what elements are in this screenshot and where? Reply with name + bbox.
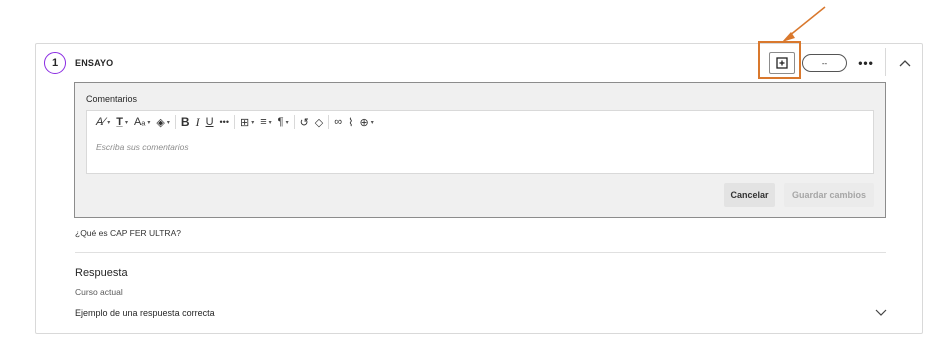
toolbar-separator (293, 115, 295, 129)
undo-icon: ↺ (299, 116, 309, 129)
toolbar-separator (328, 115, 330, 129)
caret-icon: ▾ (124, 119, 128, 126)
font-size-icon: Aₐ (133, 116, 146, 128)
save-changes-button[interactable]: Guardar cambios (784, 183, 874, 207)
toolbar-align[interactable]: ≡ ▾ (257, 113, 274, 131)
question-text: ¿Qué es CAP FER ULTRA? (75, 228, 181, 238)
toolbar-text-color[interactable]: ◈ ▾ (153, 113, 172, 131)
toolbar-table[interactable]: ⊞ ▾ (237, 113, 257, 131)
toolbar-paragraph-format[interactable]: T̲ ▾ (113, 113, 131, 131)
italic-icon: I (195, 114, 200, 129)
toolbar-font-size[interactable]: Aₐ ▾ (131, 113, 153, 131)
caret-icon: ▾ (370, 119, 374, 126)
caret-icon: ▾ (268, 119, 272, 126)
link-icon: ∞ (334, 116, 343, 128)
answer-subtitle: Curso actual (75, 287, 123, 297)
collapse-button[interactable] (895, 55, 915, 71)
toolbar-more[interactable]: ••• (217, 113, 232, 131)
toolbar-clear-format[interactable]: ◇ (312, 113, 326, 131)
caret-icon: ▾ (251, 119, 255, 126)
expand-example-button[interactable] (873, 306, 889, 320)
question-card: 1 ENSAYO -- ••• Comentarios A⁄ ▾ T̲ ▾ Aₐ ▾ … (35, 41, 923, 334)
add-feedback-icon (776, 57, 788, 69)
editor-label: Comentarios (86, 94, 138, 104)
more-icon: ••• (219, 117, 229, 127)
paperclip-icon: ⌇ (348, 116, 354, 129)
toolbar-text-style[interactable]: A⁄ ▾ (93, 113, 113, 131)
caret-icon: ▾ (166, 119, 170, 126)
table-icon: ⊞ (239, 116, 250, 129)
align-icon: ≡ (260, 116, 267, 128)
toolbar-separator (174, 115, 176, 129)
answer-title: Respuesta (75, 267, 128, 279)
toolbar-link[interactable]: ∞ (331, 113, 345, 131)
points-input[interactable]: -- (802, 54, 847, 72)
question-number: 1 (44, 52, 66, 74)
eraser-icon: ◇ (314, 116, 324, 129)
toolbar-bold[interactable]: B (178, 113, 193, 131)
toolbar-underline[interactable]: U (203, 113, 217, 131)
chevron-up-icon (899, 60, 911, 67)
toolbar-attach[interactable]: ⌇ (345, 113, 356, 131)
caret-icon: ▾ (285, 119, 289, 126)
toolbar-separator (233, 115, 235, 129)
text-style-icon: A⁄ (96, 116, 106, 128)
toolbar-paragraph[interactable]: ¶ ▾ (275, 113, 292, 131)
example-answer-label: Ejemplo de una respuesta correcta (75, 308, 215, 318)
paragraph-icon: ¶ (277, 116, 284, 128)
plus-circle-icon: ⊕ (359, 116, 369, 129)
caret-icon: ▾ (147, 119, 151, 126)
cancel-button[interactable]: Cancelar (724, 183, 775, 207)
more-options-button[interactable]: ••• (856, 55, 876, 71)
toolbar-italic[interactable]: I (193, 113, 203, 131)
caret-icon: ▾ (107, 119, 111, 126)
text-color-icon: ◈ (156, 116, 165, 129)
paragraph-format-icon: T̲ (116, 116, 123, 128)
toolbar-insert[interactable]: ⊕ ▾ (356, 113, 376, 131)
underline-icon: U (205, 116, 214, 128)
question-type-label: ENSAYO (75, 58, 114, 68)
toolbar-undo[interactable]: ↺ (297, 113, 312, 131)
header-divider (885, 48, 886, 76)
editor-toolbar: A⁄ ▾ T̲ ▾ Aₐ ▾ ◈ ▾ B I U ••• ⊞ ▾ ≡ ▾ ¶ ▾ ↺ ◇ ∞ … (86, 110, 874, 134)
add-feedback-button[interactable] (769, 52, 795, 74)
chevron-down-icon (875, 309, 887, 316)
comment-textarea[interactable]: Escriba sus comentarios (86, 133, 874, 174)
section-divider (75, 252, 886, 253)
bold-icon: B (180, 115, 190, 129)
comment-editor: Comentarios A⁄ ▾ T̲ ▾ Aₐ ▾ ◈ ▾ B I U ••• ⊞ ▾ … (74, 82, 886, 218)
